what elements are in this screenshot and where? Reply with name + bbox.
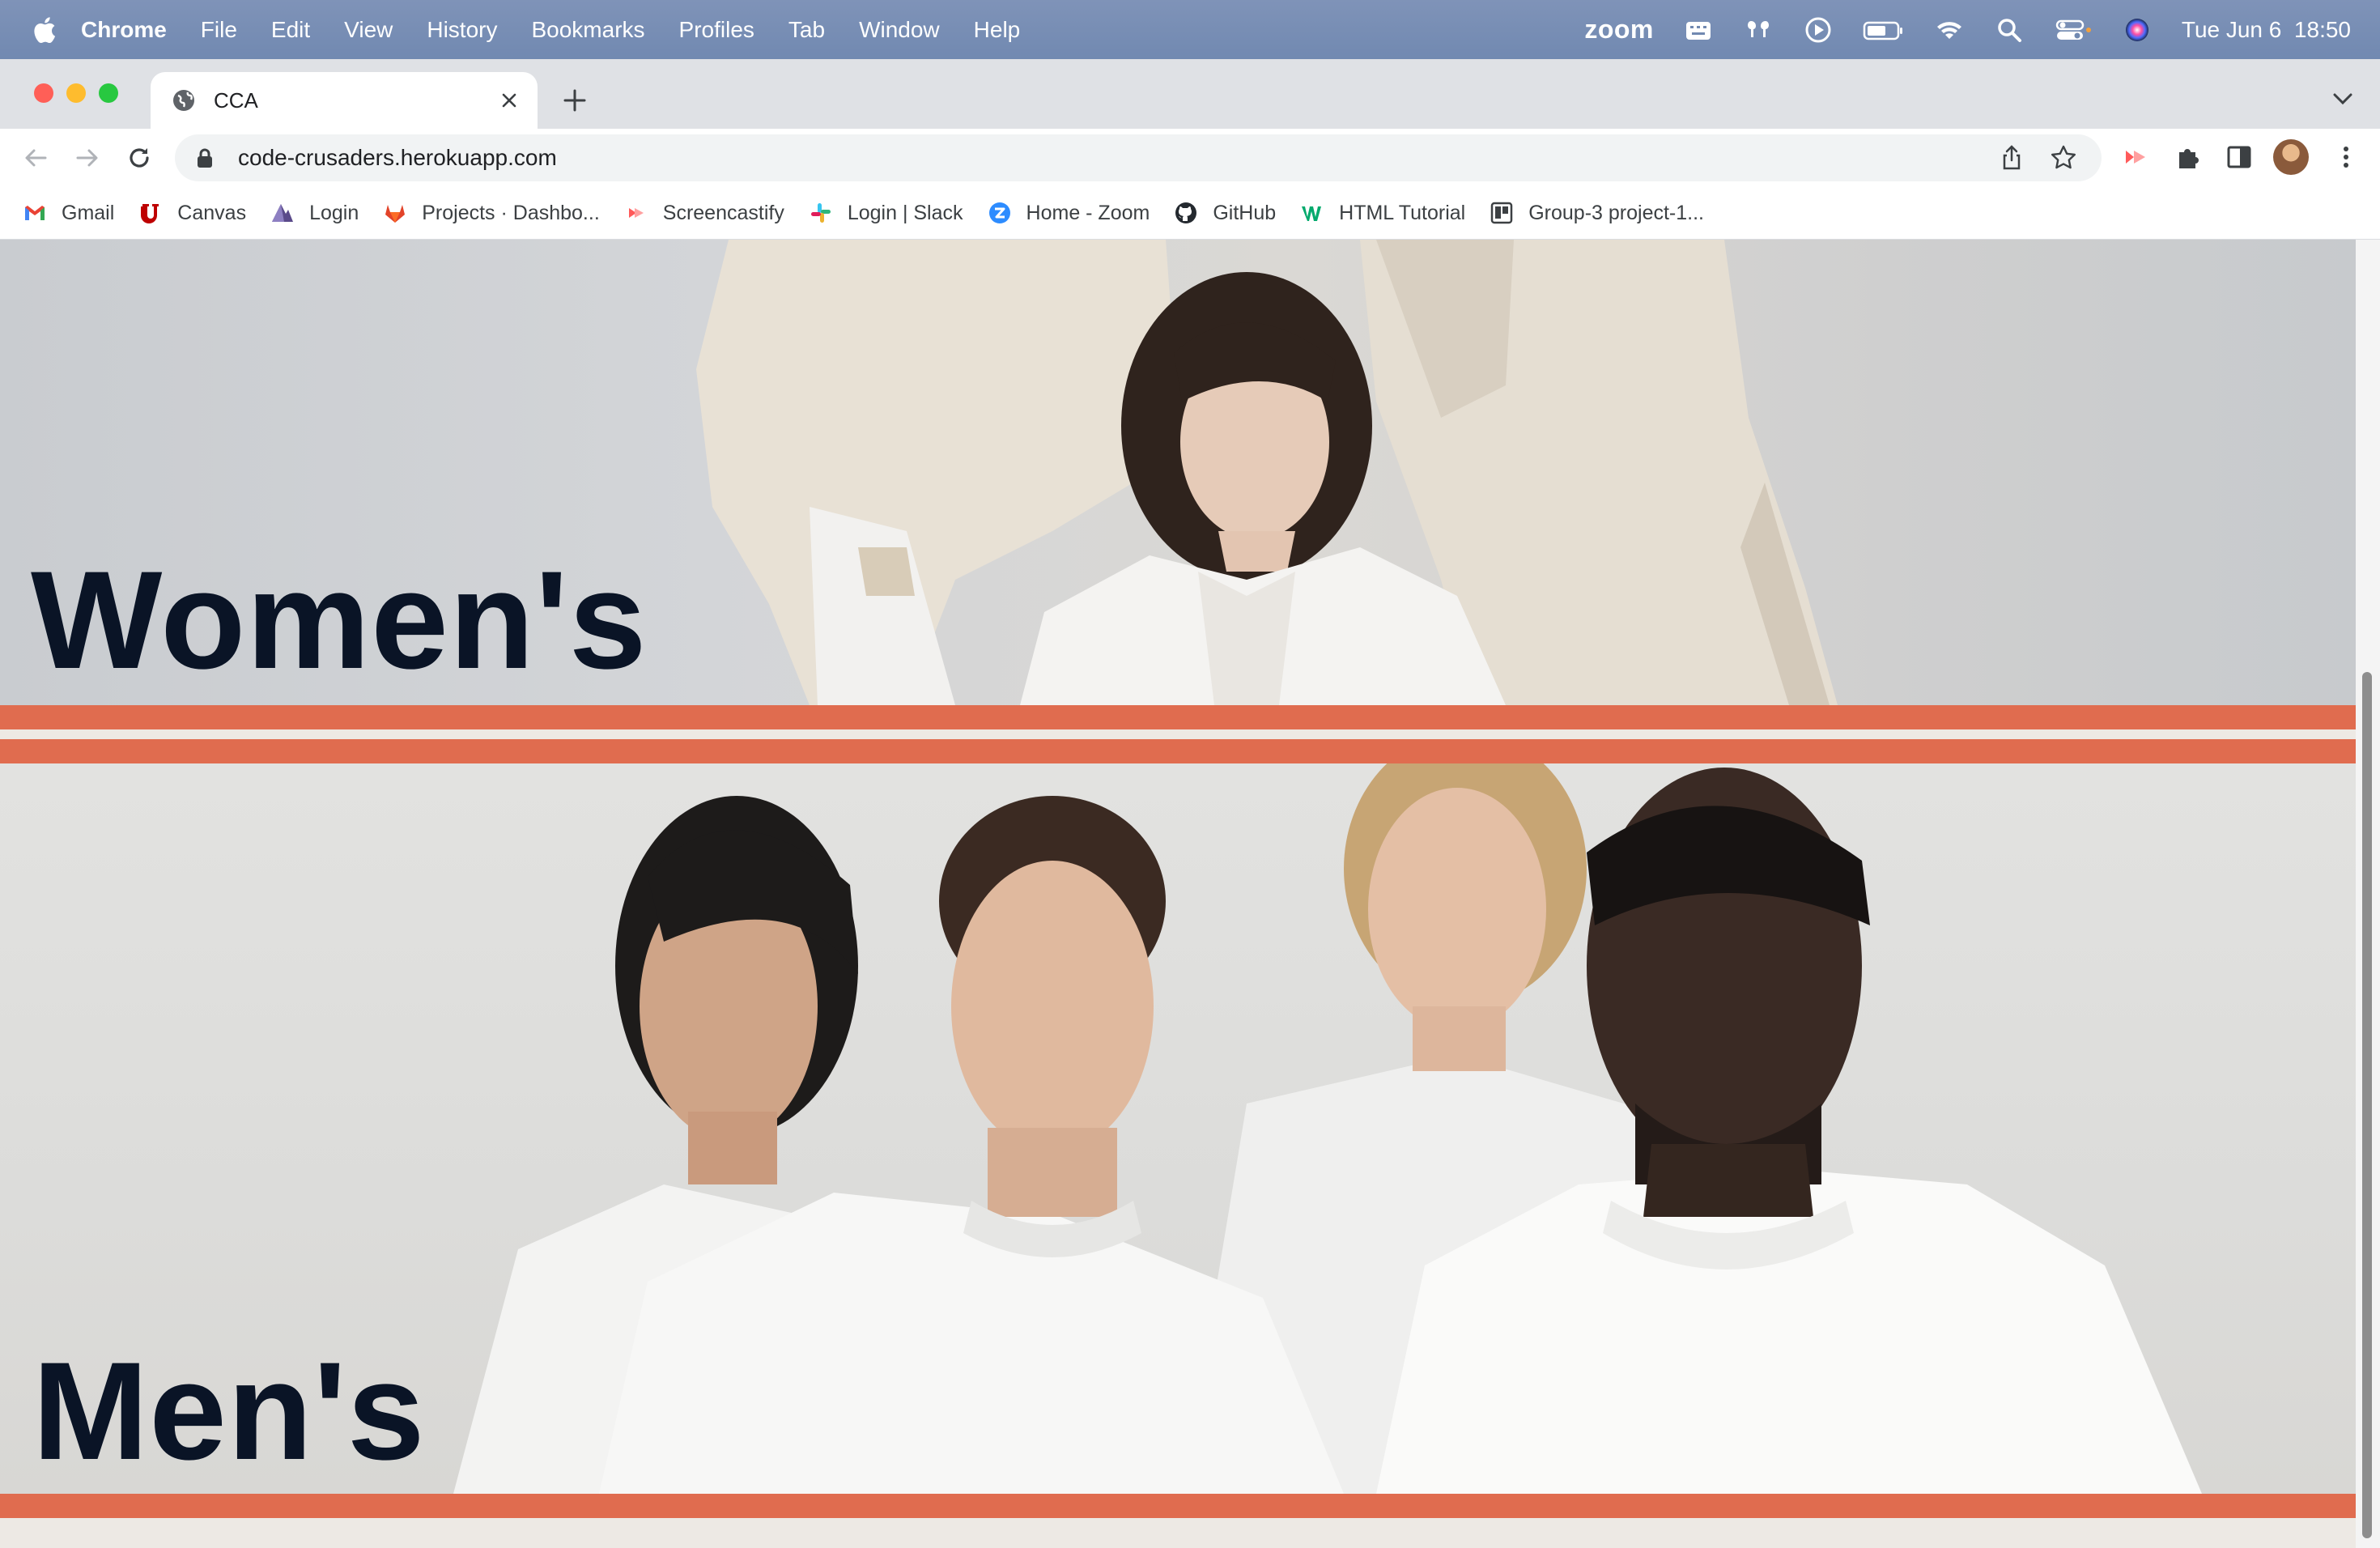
bookmark-star-icon[interactable] <box>2050 144 2077 172</box>
bookmark-w3schools[interactable]: HTML Tutorial <box>1300 201 1465 225</box>
bookmark-label: HTML Tutorial <box>1339 201 1466 224</box>
bookmark-label: Canvas <box>177 201 247 224</box>
bookmark-label: GitHub <box>1213 201 1277 224</box>
bookmark-label: Login | Slack <box>847 201 963 224</box>
accent-stripe-footer <box>0 1494 2356 1518</box>
bookmark-zoom[interactable]: Home - Zoom <box>988 201 1150 225</box>
battery-icon[interactable] <box>1863 15 1905 45</box>
trello-icon <box>1490 202 1513 224</box>
profile-avatar[interactable] <box>2273 139 2309 175</box>
womens-heading[interactable]: Women's <box>31 547 648 693</box>
bookmark-screencastify[interactable]: Screencastify <box>624 201 784 225</box>
tab-title: CCA <box>214 87 258 113</box>
mens-category-banner[interactable]: Men's <box>0 763 2356 1494</box>
bookmark-login[interactable]: Login <box>270 201 359 225</box>
menu-profiles[interactable]: Profiles <box>679 17 754 43</box>
bookmark-canvas[interactable]: Canvas <box>138 201 246 225</box>
menu-bar-status-area: zoom Tue Jun 6 18:50 <box>1584 0 2351 59</box>
spotlight-search-icon[interactable] <box>1994 15 2025 45</box>
bookmark-label: Gmail <box>62 201 115 224</box>
menu-bookmarks[interactable]: Bookmarks <box>531 17 644 43</box>
url-text[interactable]: code-crusaders.herokuapp.com <box>238 145 1998 171</box>
forward-arrow-icon[interactable] <box>71 142 104 174</box>
lock-icon[interactable] <box>196 147 214 168</box>
reload-icon[interactable] <box>123 142 155 174</box>
bookmarks-bar: Gmail Canvas Login Projects · Dashbo... … <box>0 187 2380 240</box>
bookmark-label: Projects · Dashbo... <box>422 201 600 224</box>
accent-stripe-bottom <box>0 739 2356 763</box>
gitlab-icon <box>385 205 406 223</box>
tab-cca[interactable]: CCA <box>151 72 538 129</box>
bookmark-label: Group-3 project-1... <box>1528 201 1704 224</box>
side-panel-icon[interactable] <box>2225 142 2254 172</box>
screencastify-icon <box>628 208 644 218</box>
bookmark-trello[interactable]: Group-3 project-1... <box>1490 201 1704 225</box>
menu-edit[interactable]: Edit <box>271 17 310 43</box>
keyboard-brightness-icon[interactable] <box>1683 15 1714 45</box>
bookmark-label: Home - Zoom <box>1026 201 1150 224</box>
globe-icon <box>173 90 194 111</box>
wifi-icon[interactable] <box>1934 15 1965 45</box>
womens-category-banner[interactable]: Women's <box>0 240 2356 705</box>
scrollbar-thumb[interactable] <box>2362 672 2372 1538</box>
chevron-down-icon[interactable] <box>2331 91 2354 107</box>
slack-icon <box>810 203 831 223</box>
back-arrow-icon[interactable] <box>19 142 52 174</box>
menu-view[interactable]: View <box>344 17 393 43</box>
siri-icon[interactable] <box>2122 15 2153 45</box>
w3schools-icon <box>1302 206 1322 221</box>
page-viewport: Women's Men's <box>0 240 2356 1548</box>
menu-file[interactable]: File <box>201 17 237 43</box>
share-icon[interactable] <box>1998 144 2025 172</box>
apple-icon[interactable] <box>31 15 57 45</box>
close-icon[interactable] <box>499 90 520 111</box>
window-minimize-button[interactable] <box>66 83 86 103</box>
zoom-status-label[interactable]: zoom <box>1584 15 1654 45</box>
bookmark-gmail[interactable]: Gmail <box>23 201 114 225</box>
menu-history[interactable]: History <box>427 17 497 43</box>
macos-menu-bar: Chrome File Edit View History Bookmarks … <box>0 0 2380 59</box>
bookmark-label: Screencastify <box>662 201 784 224</box>
extensions-puzzle-icon[interactable] <box>2173 142 2202 172</box>
bookmark-label: Login <box>309 201 359 224</box>
play-circle-icon[interactable] <box>1803 15 1834 45</box>
new-tab-plus-icon[interactable] <box>562 87 588 113</box>
window-zoom-button[interactable] <box>99 83 118 103</box>
github-icon <box>1175 202 1197 223</box>
utah-u-icon <box>141 204 159 223</box>
accent-stripe-top <box>0 705 2356 729</box>
kebab-menu-icon[interactable] <box>2331 142 2361 172</box>
bookmark-slack[interactable]: Login | Slack <box>809 201 963 225</box>
bookmark-gitlab[interactable]: Projects · Dashbo... <box>383 201 600 225</box>
airpods-icon[interactable] <box>1743 15 1774 45</box>
menu-bar-clock[interactable]: Tue Jun 6 18:50 <box>2182 17 2351 43</box>
bookmark-github[interactable]: GitHub <box>1174 201 1276 225</box>
menu-help[interactable]: Help <box>974 17 1021 43</box>
zoom-icon <box>988 202 1010 223</box>
screencastify-extension-icon[interactable] <box>2121 142 2150 172</box>
control-center-icon[interactable] <box>2054 15 2093 45</box>
mens-heading[interactable]: Men's <box>32 1338 426 1484</box>
gmail-icon <box>25 206 45 220</box>
mountain-icon <box>272 204 294 222</box>
window-close-button[interactable] <box>34 83 53 103</box>
menu-window[interactable]: Window <box>859 17 940 43</box>
menu-tab[interactable]: Tab <box>788 17 825 43</box>
address-bar[interactable]: code-crusaders.herokuapp.com <box>175 134 2102 181</box>
menu-app-name[interactable]: Chrome <box>81 17 167 43</box>
